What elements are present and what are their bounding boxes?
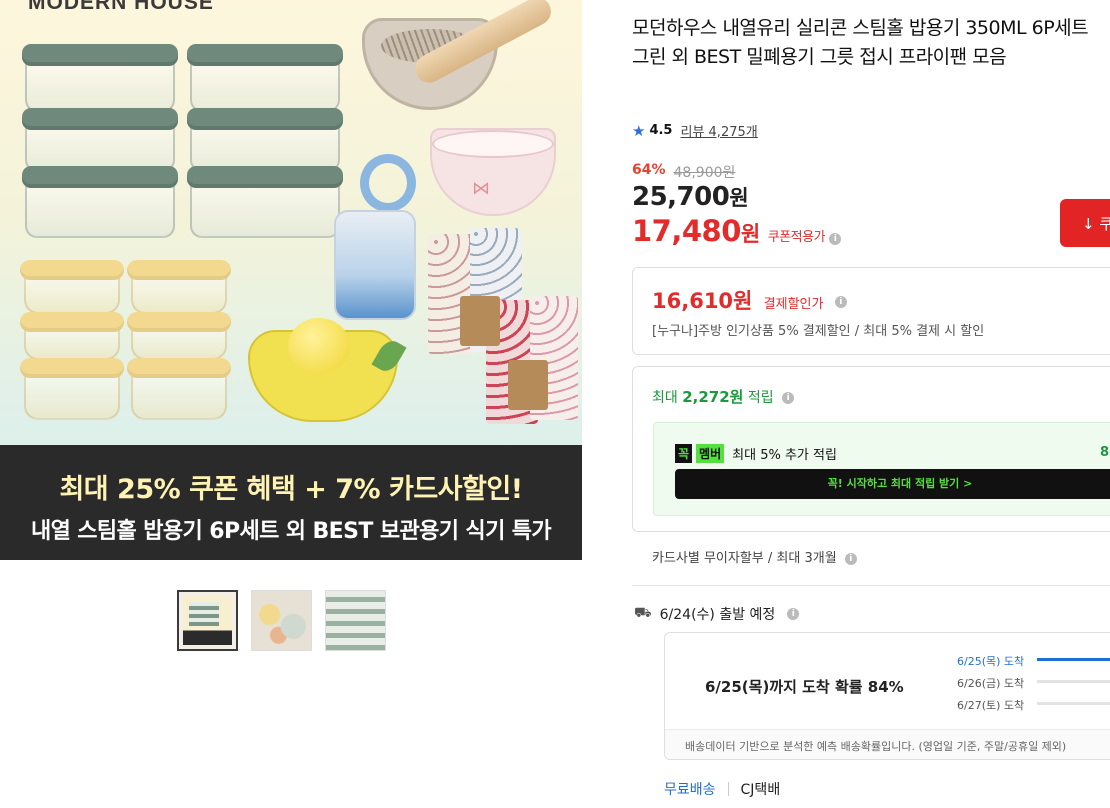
- coupon-price-number: 17,480: [632, 214, 741, 248]
- separator: [727, 782, 729, 796]
- forecast-main: 6/25(목)까지 도착 확률 84%: [705, 678, 904, 696]
- carrier-name: CJ택배: [740, 782, 781, 798]
- payment-price-value: 16,610원: [652, 289, 753, 313]
- forecast-bar: [1037, 680, 1110, 683]
- thumbnail-2[interactable]: [251, 590, 312, 651]
- forecast-bar: [1037, 658, 1110, 661]
- forecast-bar: [1037, 702, 1110, 705]
- sale-price-unit: 원: [729, 186, 749, 210]
- free-shipping-label: 무료배송: [664, 782, 716, 798]
- payment-price-label: 결제할인가: [763, 297, 824, 312]
- coupon-label: 쿠폰적용가: [767, 230, 826, 245]
- discount-percent: 64%: [632, 162, 666, 178]
- star-icon: ★: [632, 121, 646, 140]
- thumbnail-1[interactable]: [177, 590, 238, 651]
- product-title: 모던하우스 내열유리 실리콘 스팀홀 밥용기 350ML 6P세트 그린 외 B…: [632, 17, 1089, 68]
- rating-summary: ★ 4.5 리뷰 4,275개: [632, 121, 758, 141]
- salad-shaker: [334, 210, 416, 320]
- reward-prefix: 최대: [652, 390, 678, 406]
- info-icon[interactable]: i: [787, 608, 800, 620]
- membership-extra: 8: [1100, 445, 1110, 460]
- membership-badge-icon: 꼭: [675, 444, 693, 463]
- forecast-note: 배송데이터 기반으로 분석한 예측 배송확률입니다. (영업일 기준, 주말/공…: [665, 729, 1110, 759]
- coupon-price: 17,480 원 쿠폰적용가 i: [632, 214, 842, 248]
- rating-score: 4.5: [649, 123, 673, 138]
- banner-line-1: 최대 25% 쿠폰 혜택 + 7% 카드사할인!: [59, 474, 523, 505]
- forecast-bar-fill: [1037, 658, 1110, 661]
- product-main-image[interactable]: MODERN HOUSE ⋈ 최대 25% 쿠폰 혜택 + 7% 카드사할인! …: [0, 0, 582, 560]
- reward-amount: 2,272원: [682, 388, 744, 406]
- membership-row: 꼭 멤버 최대 5% 추가 적립: [675, 444, 837, 463]
- forecast-row: 6/26(금) 도착: [957, 675, 1110, 691]
- reward-box: 최대 2,272원 적립 i 꼭 멤버 최대 5% 추가 적립 8 꼭! 시작하고…: [632, 366, 1110, 532]
- pink-bowl: ⋈: [430, 128, 556, 216]
- reward-summary: 최대 2,272원 적립 i: [652, 386, 795, 407]
- brand-logo: MODERN HOUSE: [28, 0, 214, 14]
- installment-text: 카드사별 무이자할부 / 최대 3개월: [652, 551, 837, 566]
- original-price: 48,900원: [673, 165, 736, 181]
- shipping-departure: ⛟ 6/24(수) 출발 예정 i: [634, 604, 800, 624]
- divider: [632, 585, 1110, 586]
- banner-line-2: 내열 스팀홀 밥용기 6P세트 외 BEST 보관용기 식기 특가: [30, 519, 552, 544]
- payment-description: [누구나]주방 인기상품 5% 결제할인 / 최대 5% 결제 시 할인: [652, 324, 985, 339]
- promo-banner: 최대 25% 쿠폰 혜택 + 7% 카드사할인! 내열 스팀홀 밥용기 6P세트…: [0, 445, 582, 560]
- coupon-price-unit: 원: [740, 222, 760, 246]
- forecast-row: 6/25(목) 도착: [957, 653, 1110, 669]
- membership-text: 최대 5% 추가 적립: [732, 448, 837, 463]
- truck-icon: ⛟: [634, 605, 652, 621]
- forecast-row: 6/27(토) 도착: [957, 697, 1110, 713]
- coupon-download-button[interactable]: ↓ 쿠: [1060, 199, 1110, 247]
- payment-discount-box: 16,610원 결제할인가 i [누구나]주방 인기상품 5% 결제할인 / 최…: [632, 267, 1110, 355]
- membership-badge-label: 멤버: [696, 444, 725, 463]
- membership-panel: 꼭 멤버 최대 5% 추가 적립 8 꼭! 시작하고 최대 적립 받기 >: [653, 422, 1110, 516]
- payment-price: 16,610원 결제할인가 i: [652, 285, 847, 315]
- forecast-row-label: 6/25(목) 도착: [957, 655, 1025, 668]
- reward-suffix: 적립: [747, 390, 774, 406]
- delivery-forecast: 6/25(목)까지 도착 확률 84% 6/25(목) 도착 6/26(금) 도…: [664, 632, 1110, 760]
- info-icon[interactable]: i: [834, 296, 847, 308]
- forecast-row-label: 6/27(토) 도착: [957, 699, 1025, 712]
- thumbnail-3[interactable]: [325, 590, 386, 651]
- info-icon[interactable]: i: [782, 392, 795, 404]
- membership-join-button[interactable]: 꼭! 시작하고 최대 적립 받기 >: [675, 469, 1110, 499]
- forecast-row-label: 6/26(금) 도착: [957, 677, 1025, 690]
- sale-price: 25,700원: [632, 182, 749, 212]
- info-icon[interactable]: i: [844, 552, 857, 565]
- installment-info: 카드사별 무이자할부 / 최대 3개월 i: [652, 547, 857, 566]
- departure-text: 6/24(수) 출발 예정: [659, 607, 776, 623]
- shaker-ring: [360, 154, 416, 212]
- thumbnail-strip: [177, 590, 386, 651]
- sale-price-number: 25,700: [632, 182, 730, 212]
- delivery-info: 무료배송 CJ택배: [664, 779, 780, 799]
- reviews-link[interactable]: 리뷰 4,275개: [680, 121, 757, 140]
- info-icon[interactable]: i: [829, 233, 842, 245]
- discount-line: 64% 48,900원: [632, 162, 735, 182]
- lemon: [288, 318, 350, 374]
